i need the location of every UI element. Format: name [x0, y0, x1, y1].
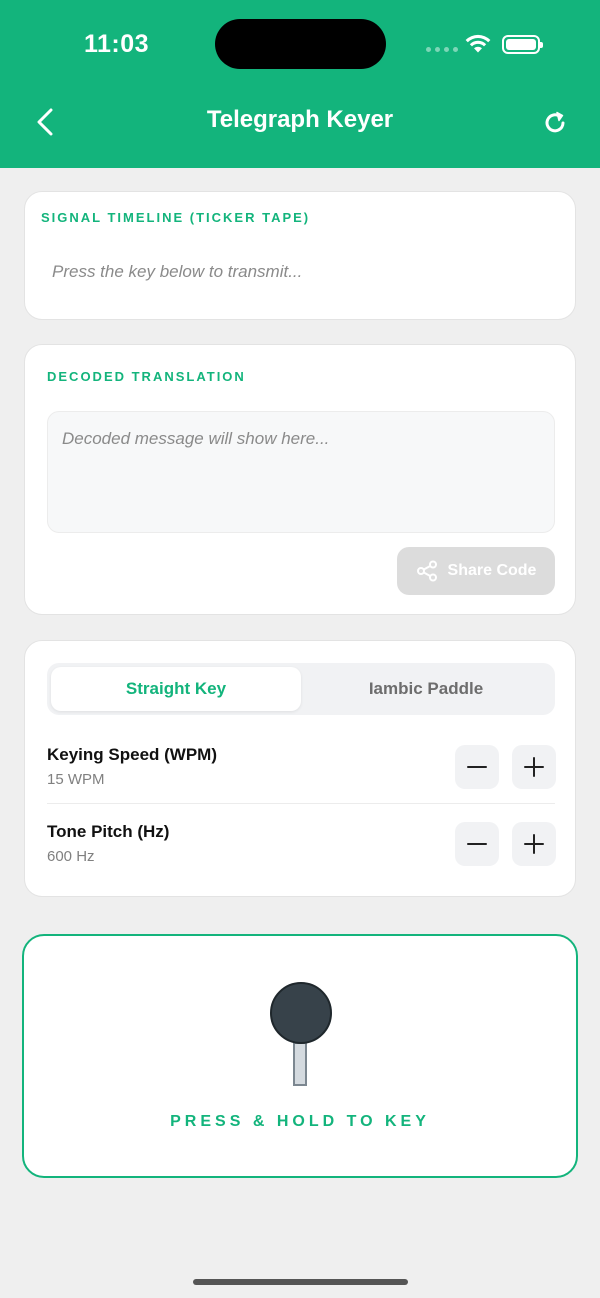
- page-title: Telegraph Keyer: [206, 106, 394, 133]
- speed-decrease-button[interactable]: [455, 745, 499, 789]
- decoded-message-field[interactable]: Decoded message will show here...: [47, 411, 555, 533]
- decoded-translation-label: DECODED TRANSLATION: [47, 369, 246, 384]
- telegraph-key-pad[interactable]: PRESS & HOLD TO KEY: [22, 934, 578, 1178]
- decoded-translation-card: DECODED TRANSLATION Decoded message will…: [24, 344, 576, 615]
- keyer-settings-card: Straight Key Iambic Paddle Keying Speed …: [24, 640, 576, 897]
- plus-icon: [524, 834, 544, 854]
- keying-speed-row: Keying Speed (WPM) 15 WPM: [47, 745, 556, 809]
- speed-increase-button[interactable]: [512, 745, 556, 789]
- tone-pitch-name: Tone Pitch (Hz): [47, 822, 170, 841]
- decoded-message-placeholder: Decoded message will show here...: [62, 429, 330, 448]
- wifi-icon: [465, 34, 491, 53]
- plus-icon: [524, 757, 544, 777]
- signal-timeline-card: SIGNAL TIMELINE (TICKER TAPE) Press the …: [24, 191, 576, 320]
- share-code-button[interactable]: Share Code: [397, 547, 555, 595]
- refresh-icon[interactable]: [540, 108, 570, 138]
- tone-pitch-value: 600 Hz: [47, 848, 95, 865]
- header-bar: 11:03 Telegraph Keyer: [0, 0, 600, 168]
- minus-icon: [467, 766, 487, 768]
- keyer-mode-segmented-control: Straight Key Iambic Paddle: [47, 663, 555, 715]
- key-knob[interactable]: [270, 982, 332, 1044]
- status-time: 11:03: [84, 30, 150, 58]
- ticker-tape-placeholder: Press the key below to transmit...: [52, 262, 303, 281]
- settings-divider: [47, 803, 555, 804]
- share-icon: [416, 560, 437, 582]
- mode-iambic-paddle-tab[interactable]: Iambic Paddle: [301, 667, 551, 711]
- press-hold-label: PRESS & HOLD TO KEY: [170, 1113, 430, 1130]
- key-lever-stem: [293, 1042, 307, 1086]
- cellular-signal-icon: [426, 47, 458, 52]
- minus-icon: [467, 843, 487, 845]
- mode-straight-key-tab[interactable]: Straight Key: [51, 667, 301, 711]
- share-code-label: Share Code: [447, 562, 537, 579]
- keying-speed-name: Keying Speed (WPM): [47, 745, 218, 764]
- keying-speed-value: 15 WPM: [47, 771, 105, 788]
- dynamic-island: [215, 19, 386, 69]
- battery-icon: [502, 35, 543, 54]
- tone-pitch-row: Tone Pitch (Hz) 600 Hz: [47, 822, 556, 886]
- pitch-decrease-button[interactable]: [455, 822, 499, 866]
- pitch-increase-button[interactable]: [512, 822, 556, 866]
- home-indicator[interactable]: [193, 1279, 408, 1285]
- signal-timeline-label: SIGNAL TIMELINE (TICKER TAPE): [41, 210, 311, 225]
